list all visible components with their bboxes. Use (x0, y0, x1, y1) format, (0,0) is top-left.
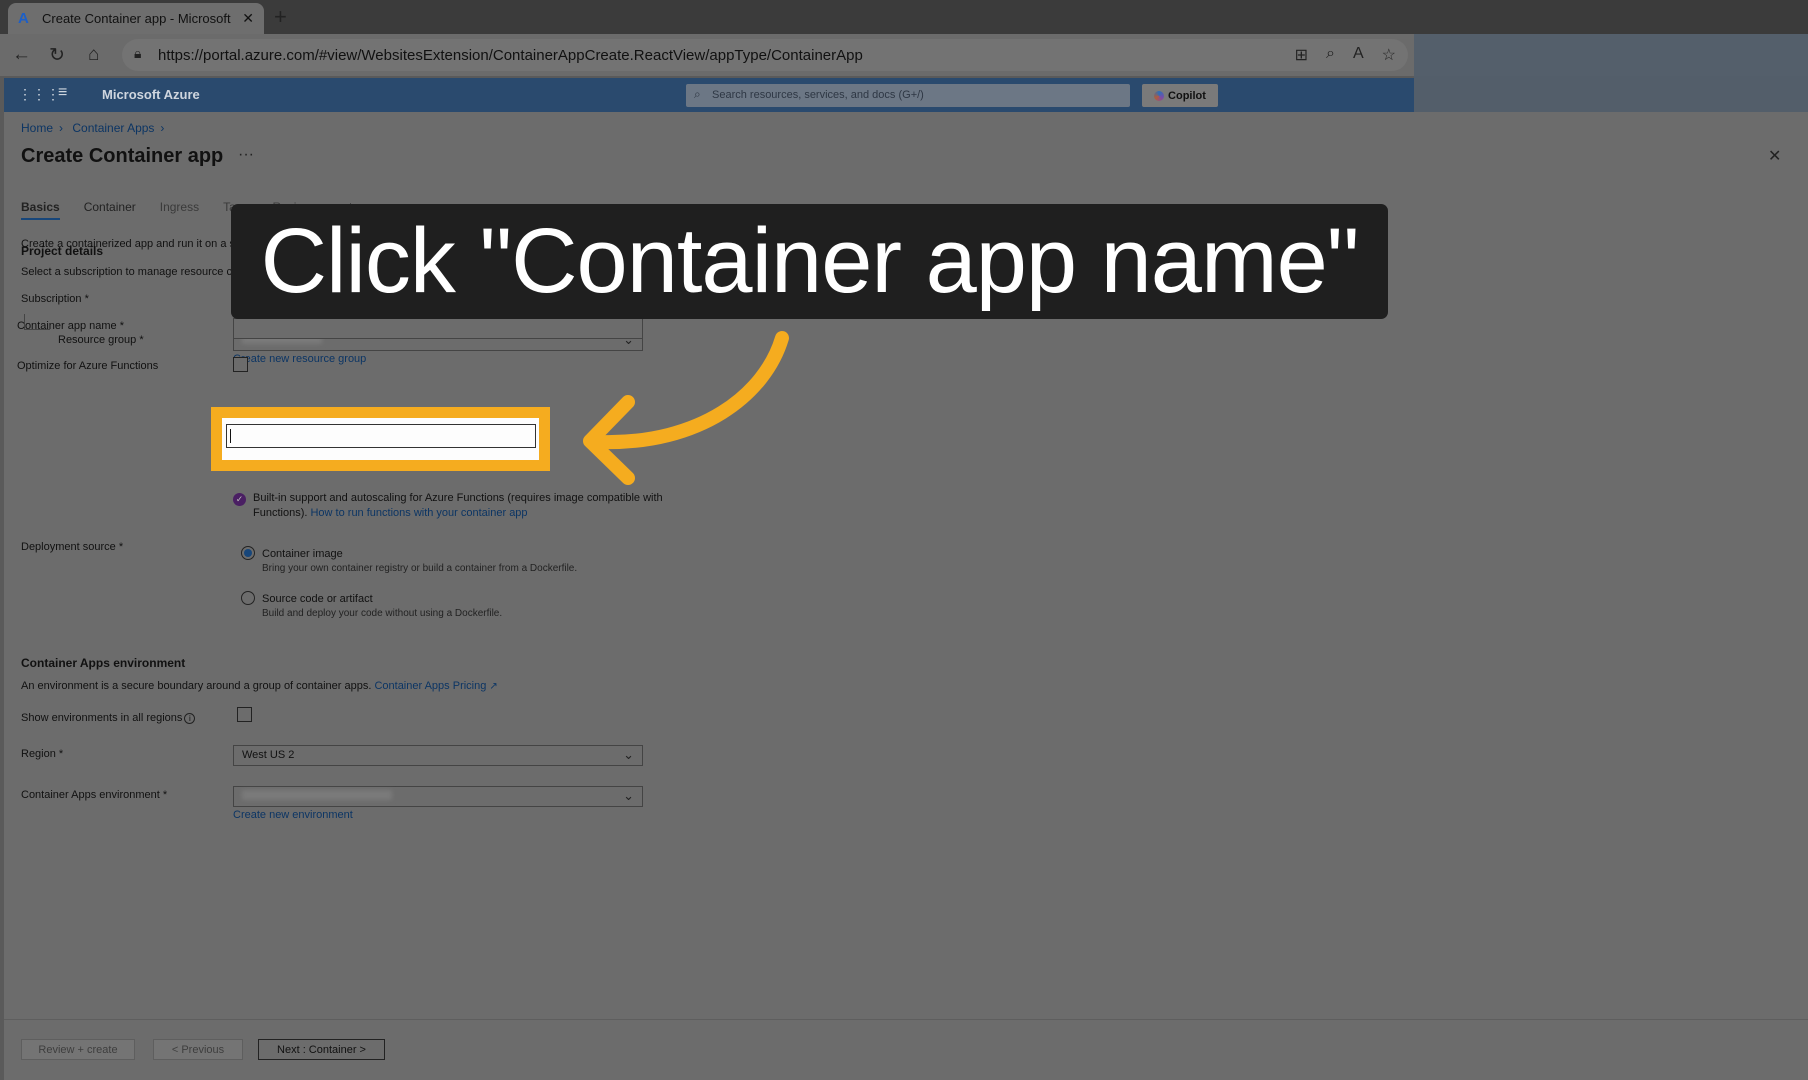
info-icon[interactable]: i (184, 713, 196, 724)
back-icon[interactable]: ← (12, 44, 31, 66)
container-image-description: Bring your own container registry or bui… (262, 563, 578, 574)
toolbar-extensions-blurred (1414, 34, 1808, 112)
environment-label: Container Apps environment * (21, 789, 168, 801)
browser-tab-title: Create Container app - Microsoft (42, 11, 231, 26)
external-link-icon: ↗ (489, 681, 498, 692)
environment-description-row: An environment is a secure boundary arou… (21, 680, 498, 692)
instruction-callout: Click "Container app name" (231, 204, 1388, 319)
breadcrumb-container-apps[interactable]: Container Apps (72, 121, 154, 135)
region-label: Region * (21, 748, 64, 760)
deployment-source-label: Deployment source * (21, 541, 124, 553)
optimize-functions-checkbox[interactable] (233, 357, 248, 372)
lock-icon: 🔒︎ (134, 45, 142, 61)
home-icon[interactable]: ⌂ (88, 44, 99, 66)
source-code-radio[interactable] (241, 591, 255, 605)
browser-tab-bar: A Create Container app - Microsoft ✕ + (0, 0, 1808, 34)
text-caret (230, 429, 231, 443)
url-text: https://portal.azure.com/#view/WebsitesE… (158, 47, 863, 64)
favorite-star-icon[interactable]: ☆ (1382, 45, 1396, 65)
zoom-icon[interactable]: ⌕ (1326, 45, 1335, 65)
tab-ingress[interactable]: Ingress (160, 200, 199, 220)
project-details-heading: Project details (21, 244, 104, 258)
search-icon: ⌕ (694, 87, 701, 101)
breadcrumb: Home › Container Apps › (21, 121, 170, 135)
region-select[interactable]: West US 2 ⌄ (233, 745, 643, 766)
waffle-icon[interactable]: ⋮⋮⋮ (18, 86, 60, 103)
functions-help-link[interactable]: How to run functions with your container… (310, 507, 527, 519)
close-tab-icon[interactable]: ✕ (242, 10, 254, 27)
environment-select[interactable]: ⌄ (233, 786, 643, 807)
more-options-icon[interactable]: ··· (238, 146, 254, 164)
azure-brand[interactable]: Microsoft Azure (102, 87, 200, 102)
wizard-footer: Review + create < Previous Next : Contai… (4, 1019, 1808, 1080)
next-container-button[interactable]: Next : Container > (258, 1039, 385, 1060)
functions-info: ✓ Built-in support and autoscaling for A… (233, 491, 673, 521)
url-field[interactable]: 🔒︎ https://portal.azure.com/#view/Websit… (122, 39, 1408, 71)
tab-basics[interactable]: Basics (21, 200, 60, 220)
container-image-option[interactable]: Container image (262, 548, 343, 560)
environment-value-redacted (242, 790, 392, 800)
close-blade-icon[interactable]: ✕ (1768, 146, 1781, 166)
show-all-regions-label: Show environments in all regions (21, 712, 183, 724)
new-tab-icon[interactable]: + (274, 4, 287, 30)
copilot-label: Copilot (1168, 89, 1206, 102)
browser-tab[interactable]: A Create Container app - Microsoft ✕ (8, 3, 264, 34)
app-available-icon[interactable]: ⊞ (1295, 45, 1308, 65)
refresh-icon[interactable]: ↻ (49, 44, 65, 67)
container-app-name-label: Container app name * (17, 320, 125, 332)
azure-top-bar: ⋮⋮⋮ ≡ Microsoft Azure ⌕ Search resources… (4, 78, 1414, 112)
source-code-description: Build and deploy your code without using… (262, 608, 503, 619)
optimize-functions-label: Optimize for Azure Functions (17, 360, 159, 372)
create-environment-link[interactable]: Create new environment (233, 809, 353, 821)
show-all-regions-label-row: Show environments in all regions i (21, 712, 196, 724)
chevron-down-icon: ⌄ (623, 788, 634, 803)
subscription-label: Subscription * (21, 293, 89, 305)
container-app-name-input[interactable] (233, 318, 643, 339)
show-all-regions-checkbox[interactable] (237, 707, 252, 722)
search-placeholder: Search resources, services, and docs (G+… (712, 89, 924, 101)
page-title: Create Container app (21, 145, 224, 167)
highlight-box (211, 407, 550, 471)
read-aloud-icon[interactable]: A (1353, 45, 1364, 65)
resource-group-label: Resource group * (58, 334, 144, 346)
azure-favicon-icon: A (18, 9, 29, 27)
pricing-link[interactable]: Container Apps Pricing (374, 680, 486, 692)
menu-icon[interactable]: ≡ (58, 84, 67, 102)
chevron-down-icon: ⌄ (623, 747, 634, 762)
review-create-button[interactable]: Review + create (21, 1039, 135, 1060)
container-image-radio[interactable] (241, 546, 255, 560)
tab-container[interactable]: Container (84, 200, 136, 220)
highlighted-app-name-input[interactable] (226, 424, 536, 448)
copilot-button[interactable]: Copilot (1142, 84, 1218, 107)
azure-search-input[interactable]: ⌕ Search resources, services, and docs (… (686, 84, 1130, 107)
region-value: West US 2 (242, 749, 295, 761)
breadcrumb-separator: › (59, 121, 64, 135)
create-resource-group-link[interactable]: Create new resource group (233, 353, 366, 365)
source-code-option[interactable]: Source code or artifact (262, 593, 373, 605)
breadcrumb-separator: › (160, 121, 165, 135)
previous-button[interactable]: < Previous (153, 1039, 243, 1060)
functions-bolt-icon: ✓ (233, 493, 246, 506)
breadcrumb-home[interactable]: Home (21, 121, 53, 135)
copilot-icon (1154, 90, 1165, 101)
environment-heading: Container Apps environment (21, 656, 186, 670)
environment-description: An environment is a secure boundary arou… (21, 680, 372, 692)
